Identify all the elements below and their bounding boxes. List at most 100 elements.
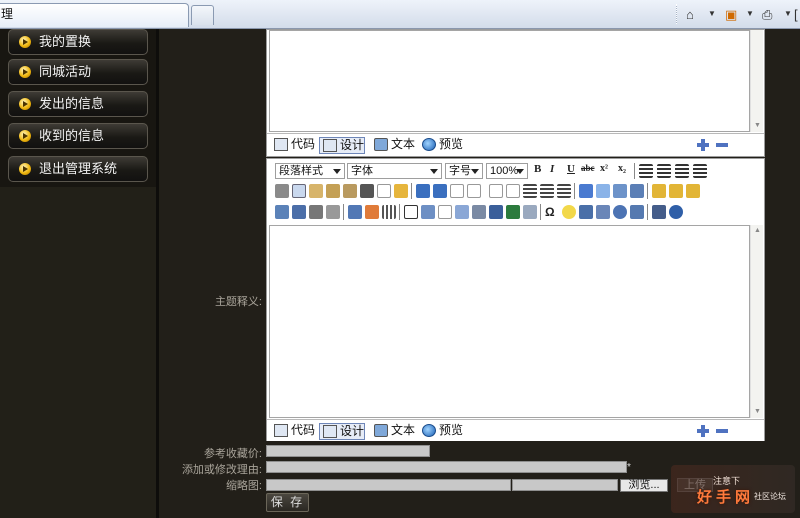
scroll-up-icon[interactable]: ▲ [754, 227, 761, 234]
bold-button[interactable]: B [534, 163, 541, 175]
paste-text-icon[interactable] [326, 184, 340, 198]
insert-form-icon[interactable] [438, 205, 452, 219]
outdent-icon[interactable] [506, 184, 520, 198]
mode-design-button[interactable]: 设计 [319, 423, 366, 440]
mode-design-button[interactable]: 设计 [319, 137, 366, 154]
align-justify-icon[interactable] [693, 164, 707, 178]
scroll-down-icon[interactable]: ▼ [754, 122, 761, 129]
browser-tab[interactable]: 理 [0, 3, 189, 27]
underline-button[interactable]: U [567, 163, 575, 175]
paste-word-icon[interactable] [343, 184, 357, 198]
sidebar-item-received-messages[interactable]: 收到的信息 [8, 123, 148, 149]
blockquote-icon[interactable] [557, 184, 571, 198]
thumbnail-path-input[interactable] [266, 479, 511, 491]
paragraph-style-select[interactable]: 段落样式 [275, 163, 345, 179]
reason-input[interactable] [266, 461, 627, 473]
mode-text-button[interactable]: 文本 [371, 423, 415, 440]
insert-date-icon[interactable] [579, 205, 593, 219]
sidebar-item-sent-messages[interactable]: 发出的信息 [8, 91, 148, 117]
sidebar-item-local-events[interactable]: 同城活动 [8, 59, 148, 85]
cut-icon[interactable] [275, 184, 289, 198]
merge-cells-icon[interactable] [686, 184, 700, 198]
zoom-select[interactable]: 100% [486, 163, 528, 179]
table-properties-icon[interactable] [365, 205, 379, 219]
theme-editor-content-area[interactable] [269, 225, 750, 418]
unlink-icon[interactable] [506, 205, 520, 219]
shrink-editor-icon[interactable] [716, 429, 728, 433]
insert-table-icon[interactable] [348, 205, 362, 219]
mode-code-button[interactable]: 代码 [271, 137, 315, 154]
save-button[interactable]: 保 存 [266, 493, 309, 512]
insert-time-icon[interactable] [596, 205, 610, 219]
font-size-select[interactable]: 字号 [445, 163, 483, 179]
insert-column-icon[interactable] [669, 184, 683, 198]
special-char-icon[interactable]: Ω [545, 205, 559, 219]
mode-preview-button[interactable]: 预览 [419, 423, 463, 440]
scroll-down-icon[interactable]: ▼ [754, 408, 761, 415]
align-center-icon[interactable] [657, 164, 671, 178]
mode-code-button[interactable]: 代码 [271, 423, 315, 440]
attachment-icon[interactable] [326, 205, 340, 219]
clean-format-icon[interactable] [394, 184, 408, 198]
editor-scrollbar[interactable]: ▲ ▼ [750, 225, 763, 418]
emoticon-icon[interactable] [562, 205, 576, 219]
thumbnail-file-input[interactable] [512, 479, 618, 491]
feeds-icon[interactable]: ▣ [725, 7, 737, 23]
decrease-indent-icon[interactable] [523, 184, 537, 198]
fullscreen-icon[interactable] [652, 205, 666, 219]
redo-icon[interactable] [433, 184, 447, 198]
remove-format-icon[interactable] [630, 184, 644, 198]
insert-layer-icon[interactable] [404, 205, 418, 219]
expand-editor-icon[interactable] [697, 425, 709, 437]
table-grid-icon[interactable] [382, 205, 396, 219]
page-break-icon[interactable] [630, 205, 644, 219]
insert-media-icon[interactable] [309, 205, 323, 219]
expand-editor-icon[interactable] [697, 139, 709, 151]
mode-preview-button[interactable]: 预览 [419, 137, 463, 154]
feeds-dropdown-icon[interactable]: ▼ [746, 9, 754, 18]
italic-button[interactable]: I [550, 163, 554, 175]
page-icon[interactable]: [ [794, 7, 798, 23]
print-icon[interactable]: ⎙ [762, 7, 772, 23]
ordered-list-icon[interactable] [450, 184, 464, 198]
text-color-icon[interactable] [579, 184, 593, 198]
copy-icon[interactable] [292, 184, 306, 198]
highlight-icon[interactable] [596, 184, 610, 198]
superscript-button[interactable]: x² [600, 163, 608, 174]
home-icon[interactable]: ⌂ [686, 7, 694, 23]
find-icon[interactable] [360, 184, 374, 198]
font-family-select[interactable]: 字体 [347, 163, 442, 179]
increase-indent-icon[interactable] [540, 184, 554, 198]
subscript-button[interactable]: x₂ [618, 163, 626, 174]
mode-text-button[interactable]: 文本 [371, 137, 415, 154]
horizontal-rule-icon[interactable] [523, 205, 537, 219]
insert-image-icon[interactable] [275, 205, 289, 219]
align-left-icon[interactable] [639, 164, 653, 178]
strikethrough-button[interactable]: abc [581, 163, 595, 173]
insert-iframe-icon[interactable] [421, 205, 435, 219]
insert-anchor-icon[interactable] [489, 205, 503, 219]
undo-icon[interactable] [416, 184, 430, 198]
paste-icon[interactable] [309, 184, 323, 198]
insert-symbol-icon[interactable] [613, 205, 627, 219]
indent-icon[interactable] [489, 184, 503, 198]
editor-content-area[interactable] [269, 30, 750, 132]
editor-scrollbar[interactable]: ▼ [750, 30, 763, 132]
insert-flash-icon[interactable] [292, 205, 306, 219]
align-right-icon[interactable] [675, 164, 689, 178]
insert-row-icon[interactable] [652, 184, 666, 198]
insert-link-icon[interactable] [472, 205, 486, 219]
format-painter-icon[interactable] [613, 184, 627, 198]
insert-input-icon[interactable] [455, 205, 469, 219]
sidebar-item-my-exchange[interactable]: 我的置换 [8, 29, 148, 55]
home-dropdown-icon[interactable]: ▼ [708, 9, 716, 18]
sidebar-item-logout[interactable]: 退出管理系统 [8, 156, 148, 182]
shrink-editor-icon[interactable] [716, 143, 728, 147]
print-dropdown-icon[interactable]: ▼ [784, 9, 792, 18]
help-icon[interactable] [669, 205, 683, 219]
new-tab-button[interactable] [191, 5, 214, 25]
reference-price-input[interactable] [266, 445, 430, 457]
unordered-list-icon[interactable] [467, 184, 481, 198]
browse-button[interactable]: 浏览... [620, 479, 668, 492]
select-all-icon[interactable] [377, 184, 391, 198]
